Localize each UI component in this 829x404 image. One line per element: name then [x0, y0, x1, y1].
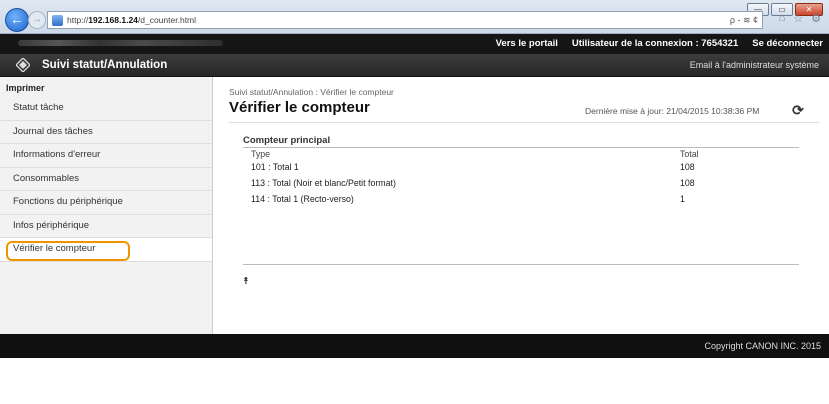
table-row: 101 : Total 1 108	[243, 159, 799, 175]
counter-type: 114 : Total 1 (Recto-verso)	[251, 194, 354, 204]
login-label: Utilisateur de la connexion :	[571, 38, 699, 49]
address-tools[interactable]: ρ - ≋ ¢	[730, 15, 758, 26]
browser-toolbar: — ▭ ✕ ← → http://192.168.1.24/d_counter.…	[0, 0, 829, 34]
main-content: Suivi statut/Annulation : Vérifier le co…	[213, 77, 829, 334]
login-info: Utilisateur de la connexion : 7654321	[572, 38, 738, 49]
forward-arrow-icon[interactable]: →	[28, 11, 46, 29]
table-row: 114 : Total 1 (Recto-verso) 1	[243, 191, 799, 207]
section-header: Suivi statut/Annulation Email à l'admini…	[0, 54, 829, 77]
settings-gear-icon[interactable]: ⚙	[811, 12, 821, 25]
counter-total: 108	[680, 178, 695, 188]
sidebar-item-device-info[interactable]: Infos périphérique	[0, 214, 212, 238]
counter-table: Type Total 101 : Total 1 108 113 : Total…	[243, 148, 799, 207]
sidebar-item-device-features[interactable]: Fonctions du périphérique	[0, 191, 212, 215]
footer: Copyright CANON INC. 2015	[0, 334, 829, 358]
counter-total: 108	[680, 162, 695, 172]
copyright: Copyright CANON INC. 2015	[704, 341, 821, 351]
sidebar-item-job-status[interactable]: Statut tâche	[0, 97, 212, 121]
page-title: Vérifier le compteur	[229, 99, 370, 116]
status-cancel-icon	[16, 58, 30, 72]
admin-mail-link[interactable]: Email à l'administrateur système	[690, 60, 819, 70]
logout-link[interactable]: Se déconnecter	[752, 38, 823, 49]
col-type-header: Type	[251, 148, 271, 159]
section-title: Suivi statut/Annulation	[42, 59, 168, 71]
counter-type: 113 : Total (Noir et blanc/Petit format)	[251, 178, 396, 188]
col-total-header: Total	[680, 148, 699, 159]
device-name-blurred	[18, 40, 223, 46]
last-update: Dernière mise à jour: 21/04/2015 10:38:3…	[585, 106, 760, 116]
browser-icons: ⌂ ☆ ⚙	[779, 12, 821, 25]
sidebar-item-consumables[interactable]: Consommables	[0, 167, 212, 191]
top-links: Vers le portail Utilisateur de la connex…	[496, 38, 823, 49]
ie-page-icon	[52, 14, 63, 26]
breadcrumb: Suivi statut/Annulation : Vérifier le co…	[229, 87, 394, 97]
scroll-to-top-icon[interactable]: ⯭	[243, 276, 249, 287]
refresh-icon[interactable]: ⟳	[790, 102, 806, 118]
sidebar-item-label: Vérifier le compteur	[13, 243, 96, 254]
address-bar[interactable]: http://192.168.1.24/d_counter.html ρ - ≋…	[47, 11, 763, 29]
home-icon[interactable]: ⌂	[779, 12, 786, 25]
table-row: 113 : Total (Noir et blanc/Petit format)…	[243, 175, 799, 191]
counter-total: 1	[680, 194, 685, 204]
counter-section-title: Compteur principal	[243, 135, 331, 146]
login-user: 7654321	[701, 38, 739, 49]
address-url: http://192.168.1.24/d_counter.html	[67, 15, 197, 25]
favorites-star-icon[interactable]: ☆	[793, 12, 803, 25]
sidebar-item-error-info[interactable]: Informations d'erreur	[0, 144, 212, 168]
counter-type: 101 : Total 1	[251, 162, 299, 172]
sidebar-heading: Imprimer	[6, 83, 45, 93]
table-bottom-rule	[243, 264, 799, 265]
portal-link[interactable]: Vers le portail	[496, 38, 558, 49]
title-divider	[229, 122, 819, 123]
sidebar-item-check-counter[interactable]: Vérifier le compteur	[0, 238, 212, 262]
back-arrow-icon[interactable]: ←	[5, 8, 29, 32]
sidebar: Imprimer Statut tâche Journal des tâches…	[0, 77, 213, 334]
top-bar: Vers le portail Utilisateur de la connex…	[0, 34, 829, 54]
table-header-row: Type Total	[243, 148, 799, 159]
sidebar-item-job-log[interactable]: Journal des tâches	[0, 120, 212, 144]
